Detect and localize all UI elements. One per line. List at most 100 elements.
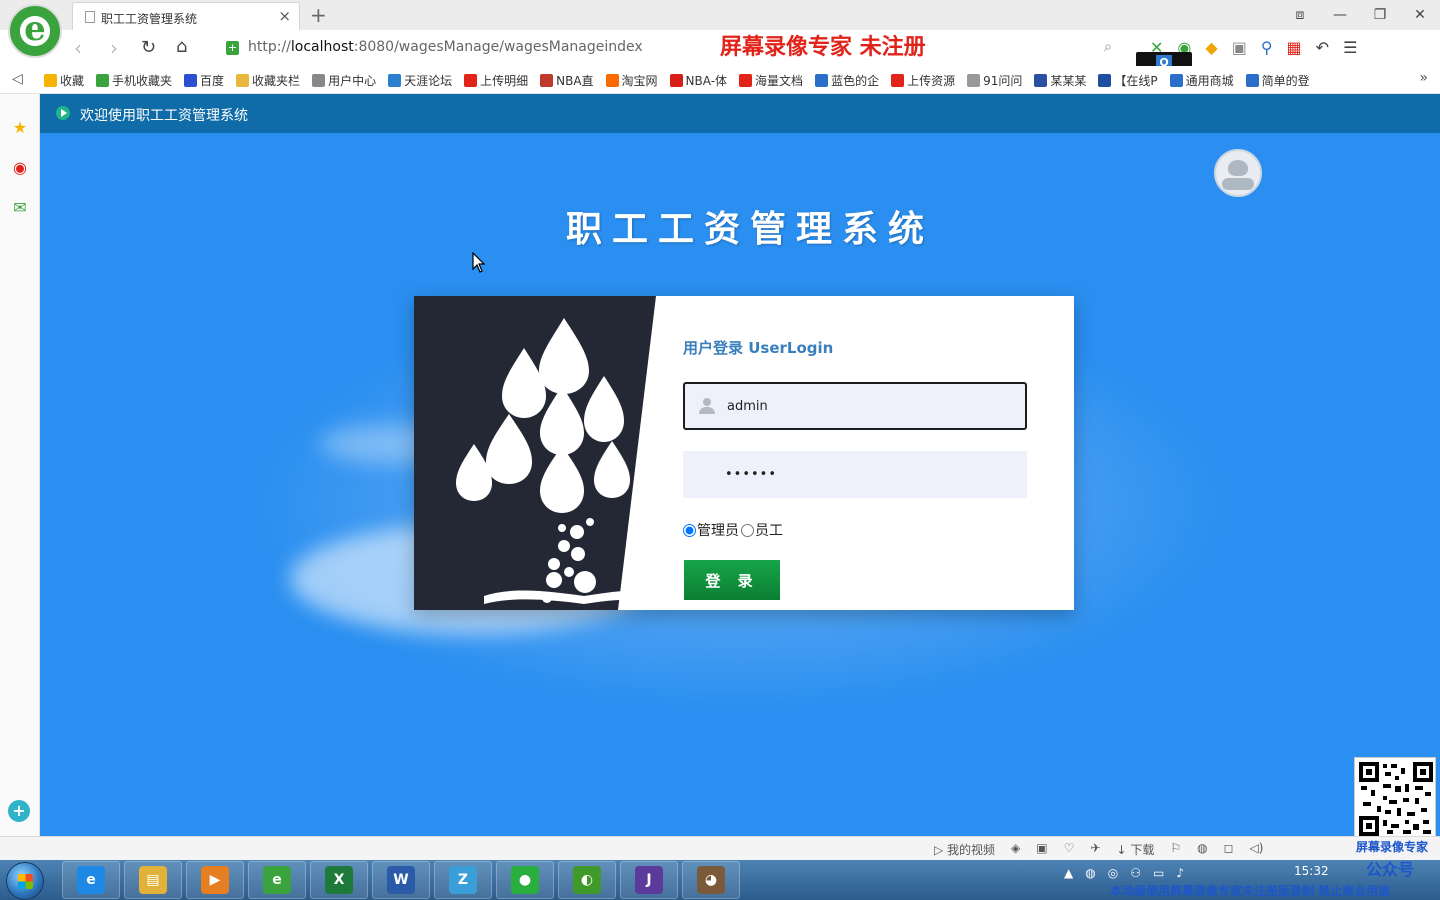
taskbar-app[interactable]: e	[62, 861, 120, 899]
login-button[interactable]: 登 录	[684, 560, 780, 600]
bookmark-item[interactable]: 上传资源	[891, 72, 955, 89]
start-button[interactable]	[6, 862, 44, 900]
notepad-icon: Z	[449, 866, 477, 894]
java-ee-icon: J	[635, 866, 663, 894]
wechat-icon: ●	[511, 866, 539, 894]
role-employee-radio[interactable]	[741, 523, 754, 537]
tray-icon[interactable]: ▲	[1064, 866, 1073, 880]
coin-icon[interactable]: ◆	[1205, 38, 1217, 57]
status-item[interactable]: ◻	[1224, 841, 1234, 858]
home-icon[interactable]: ⌂	[176, 36, 187, 57]
status-items: ▷ 我的视频 ◈ ▣ ♡ ✈ ↓ 下载 ⚐ ◍ ◻ ◁)	[934, 841, 1263, 858]
status-item[interactable]: ⚐	[1170, 841, 1181, 858]
back-icon[interactable]: ‹	[74, 36, 82, 60]
left-sidebar: ★ ◉ ✉ +	[0, 94, 40, 836]
zoom-icon[interactable]: ⚲	[1261, 38, 1273, 57]
apps-grid-icon[interactable]: ▦	[1287, 38, 1302, 57]
box-icon	[1098, 74, 1112, 87]
c-icon	[891, 74, 905, 87]
skin-icon[interactable]: ⧈	[1280, 0, 1320, 30]
folder-icon	[236, 74, 250, 87]
tab-close-icon[interactable]: ×	[278, 7, 291, 25]
bookmark-item[interactable]: 蓝色的企	[815, 72, 879, 89]
taskbar-app[interactable]: W	[372, 861, 430, 899]
bookmark-item[interactable]: 海量文档	[739, 72, 803, 89]
bookmark-item[interactable]: 收藏夹栏	[236, 72, 300, 89]
status-item[interactable]: ▣	[1036, 841, 1047, 858]
login-heading: 用户登录 UserLogin	[683, 339, 834, 357]
tray-icon[interactable]: ◎	[1108, 866, 1118, 880]
taskbar-app[interactable]: J	[620, 861, 678, 899]
browser-icon: e	[263, 866, 291, 894]
bookmark-item[interactable]: 通用商城	[1169, 72, 1234, 89]
tray-icon[interactable]: ⚇	[1130, 866, 1141, 880]
new-tab-button[interactable]: +	[310, 3, 327, 27]
role-employee-option[interactable]: 员工	[741, 520, 783, 540]
forward-icon[interactable]: ›	[110, 36, 118, 60]
bookmark-item[interactable]: 用户中心	[312, 72, 376, 89]
bookmark-item[interactable]: 收藏	[44, 72, 84, 89]
taskbar-app[interactable]: ▶	[186, 861, 244, 899]
username-input[interactable]	[727, 384, 1017, 428]
bookmark-item[interactable]: 淘宝网	[605, 72, 658, 89]
ie-icon: e	[77, 866, 105, 894]
bookmark-item[interactable]: 【在线P	[1098, 72, 1158, 89]
status-item[interactable]: ♡	[1064, 841, 1075, 858]
bookmarks-left-icon[interactable]: ◁	[12, 71, 23, 87]
bookmarks-more-icon[interactable]: »	[1419, 70, 1428, 86]
bookmark-item[interactable]: NBA直	[540, 72, 594, 89]
bookmark-item[interactable]: 百度	[184, 72, 224, 89]
status-item[interactable]: ◍	[1197, 841, 1207, 858]
add-plus-icon[interactable]: +	[8, 800, 30, 822]
screenshot-icon[interactable]: ▣	[1232, 38, 1247, 57]
taskbar-app[interactable]: Z	[434, 861, 492, 899]
taskbar-app[interactable]: ▤	[124, 861, 182, 899]
status-item[interactable]: ◈	[1011, 841, 1020, 858]
bookmark-item[interactable]: 简单的登	[1245, 72, 1310, 89]
bookmark-label: 手机收藏夹	[112, 74, 173, 88]
bookmark-item[interactable]: 某某某	[1034, 72, 1086, 89]
bookmark-label: 收藏	[60, 74, 85, 88]
taskbar-app[interactable]: X	[310, 861, 368, 899]
search-icon[interactable]: ⌕	[1104, 39, 1112, 55]
browser-logo-icon[interactable]: e	[8, 4, 62, 58]
favorites-star-icon[interactable]: ★	[10, 118, 30, 138]
taskbar-app[interactable]: e	[248, 861, 306, 899]
status-item[interactable]: ↓ 下载	[1116, 841, 1154, 858]
tray-icon[interactable]: ♪	[1176, 866, 1184, 880]
t-icon	[1245, 74, 1259, 87]
menu-icon[interactable]: ☰	[1343, 38, 1357, 57]
reload-icon[interactable]: ↻	[141, 37, 156, 58]
browser-status-bar: ▷ 我的视频 ◈ ▣ ♡ ✈ ↓ 下载 ⚐ ◍ ◻ ◁)	[0, 836, 1440, 860]
bookmark-item[interactable]: 上传明细	[464, 72, 528, 89]
mail-icon[interactable]: ✉	[10, 198, 30, 218]
status-item[interactable]: ✈	[1090, 841, 1100, 858]
status-item[interactable]: ◁)	[1250, 841, 1264, 858]
bookmark-item[interactable]: 天涯论坛	[388, 72, 452, 89]
status-item[interactable]: ▷ 我的视频	[934, 841, 995, 858]
password-input[interactable]	[725, 451, 1015, 498]
minimize-button[interactable]: —	[1320, 0, 1360, 30]
weibo-icon[interactable]: ◉	[10, 158, 30, 178]
tray-icon[interactable]: ▭	[1153, 866, 1164, 880]
doc-icon	[739, 74, 753, 87]
bookmark-label: 淘宝网	[621, 74, 658, 88]
bookmark-item[interactable]: 91问问	[967, 72, 1022, 89]
page-header: 欢迎使用职工工资管理系统	[40, 94, 1440, 133]
undo-icon[interactable]: ↶	[1316, 38, 1329, 57]
bookmark-label: 【在线P	[1114, 74, 1158, 88]
close-window-button[interactable]: ✕	[1400, 0, 1440, 30]
browser-tab[interactable]: 职工工资管理系统 ×	[72, 2, 300, 30]
taskbar: e ▤ ▶ e X W Z ● ◐ J ◕ ▲ ◍ ◎ ⚇ ▭ ♪ 15:32 本动画使用屏幕录像专家未注册版…	[0, 860, 1440, 900]
url-input[interactable]: http://localhost:8080/wagesManage/wagesM…	[248, 39, 643, 55]
taskbar-app[interactable]: ◕	[682, 861, 740, 899]
taskbar-app[interactable]: ◐	[558, 861, 616, 899]
taskbar-app[interactable]: ●	[496, 861, 554, 899]
maximize-button[interactable]: ❐	[1360, 0, 1400, 30]
bookmark-item[interactable]: NBA-体	[669, 72, 727, 89]
role-selector: 管理员 员工	[683, 520, 785, 540]
bookmark-item[interactable]: 手机收藏夹	[96, 72, 172, 89]
role-admin-option[interactable]: 管理员	[683, 520, 739, 540]
tray-icon[interactable]: ◍	[1085, 866, 1095, 880]
role-admin-radio[interactable]	[683, 523, 696, 537]
